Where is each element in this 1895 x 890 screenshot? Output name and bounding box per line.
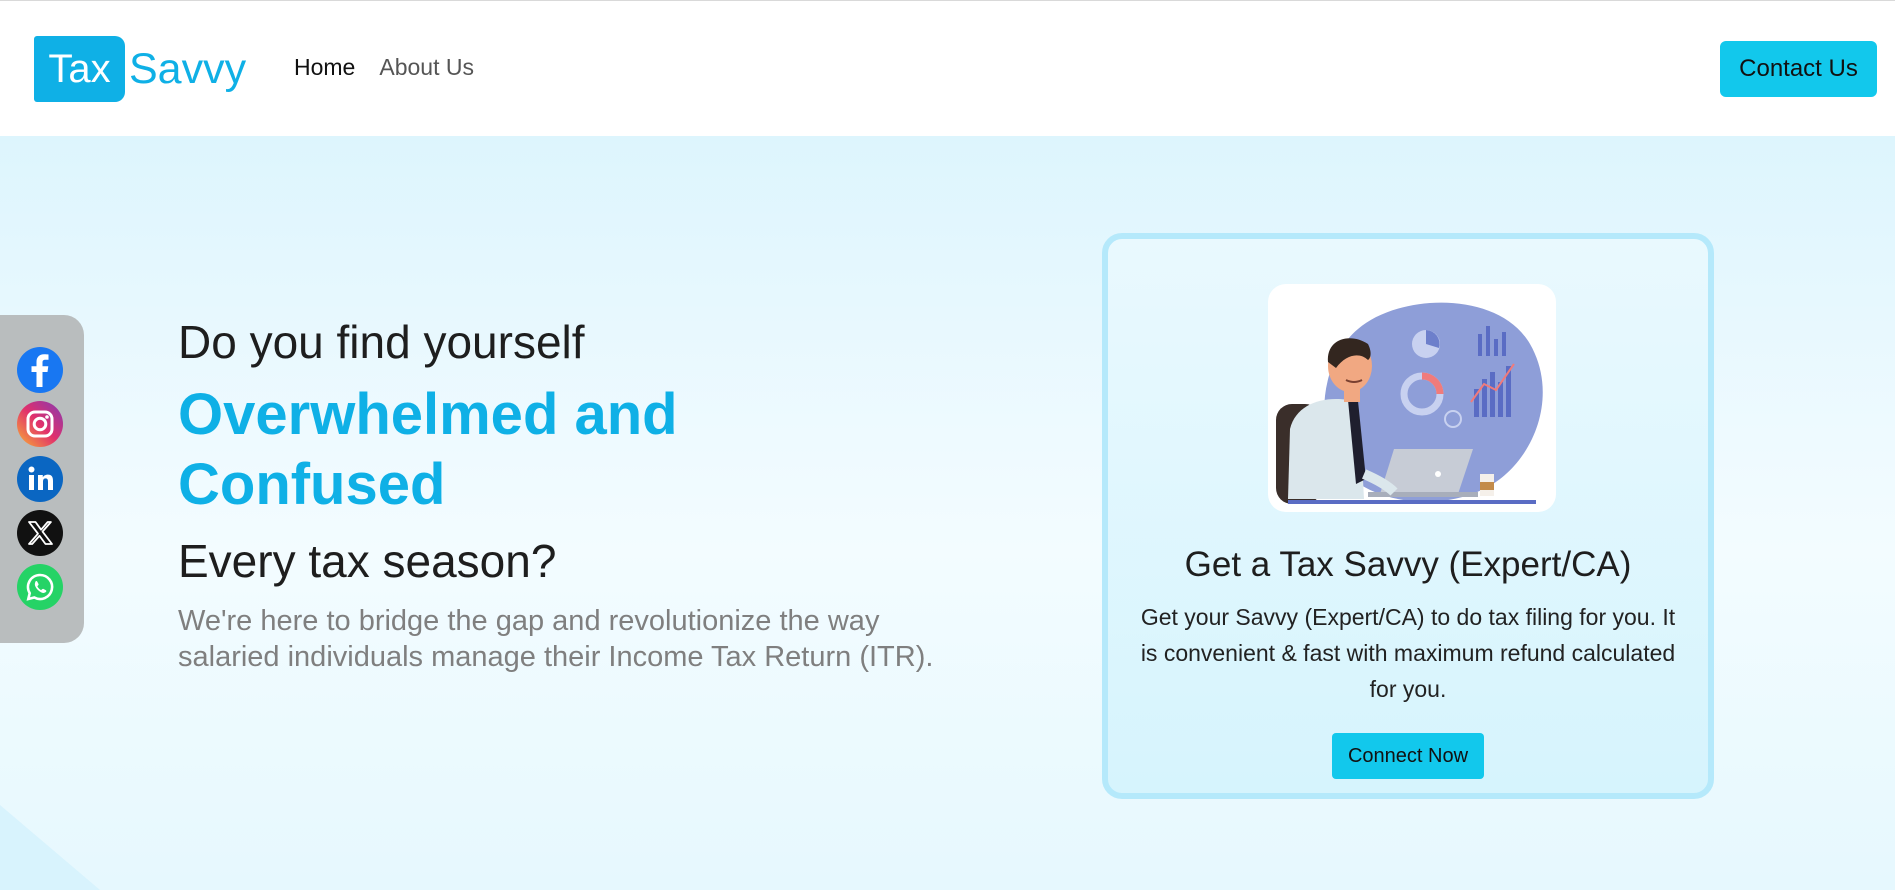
logo[interactable]: Tax Savvy bbox=[34, 36, 246, 102]
hero-description: We're here to bridge the gap and revolut… bbox=[178, 605, 934, 673]
instagram-icon[interactable] bbox=[17, 401, 63, 447]
corner-decoration bbox=[0, 805, 100, 890]
nav-about-us[interactable]: About Us bbox=[379, 54, 474, 81]
hero-line-1: Do you find yourself bbox=[178, 316, 585, 368]
facebook-icon[interactable] bbox=[17, 347, 63, 393]
linkedin-icon[interactable] bbox=[17, 456, 63, 502]
expert-card: Get a Tax Savvy (Expert/CA) Get your Sav… bbox=[1102, 233, 1714, 799]
hero-line-3: Every tax season? bbox=[178, 535, 557, 587]
main-nav: Home About Us bbox=[294, 54, 474, 81]
card-description: Get your Savvy (Expert/CA) to do tax fil… bbox=[1140, 604, 1676, 702]
hero-section: Do you find yourself Overwhelmed and Con… bbox=[0, 136, 1895, 890]
contact-us-button[interactable]: Contact Us bbox=[1720, 41, 1877, 97]
logo-text: Savvy bbox=[129, 44, 247, 93]
x-twitter-icon[interactable] bbox=[17, 510, 63, 556]
whatsapp-icon[interactable] bbox=[17, 564, 63, 610]
hero-highlight: Overwhelmed and Confused bbox=[178, 382, 678, 517]
connect-now-button[interactable]: Connect Now bbox=[1332, 733, 1484, 779]
social-sidebar bbox=[0, 315, 84, 643]
accountant-illustration bbox=[1268, 284, 1556, 512]
nav-home[interactable]: Home bbox=[294, 54, 355, 81]
logo-box: Tax bbox=[34, 36, 125, 102]
card-title: Get a Tax Savvy (Expert/CA) bbox=[1184, 545, 1632, 584]
site-header: Tax Savvy Home About Us Contact Us bbox=[0, 1, 1895, 136]
